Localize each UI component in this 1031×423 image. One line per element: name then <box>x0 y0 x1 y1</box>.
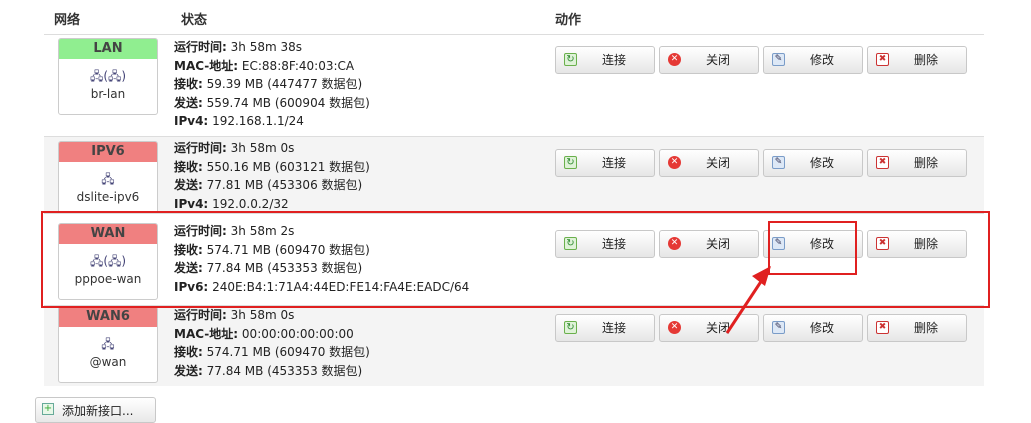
add-interface-button[interactable]: + 添加新接口... <box>35 397 156 423</box>
add-icon: + <box>42 403 54 415</box>
annotation-arrow-icon <box>725 266 771 334</box>
button-label: 添加新接口... <box>62 404 134 418</box>
